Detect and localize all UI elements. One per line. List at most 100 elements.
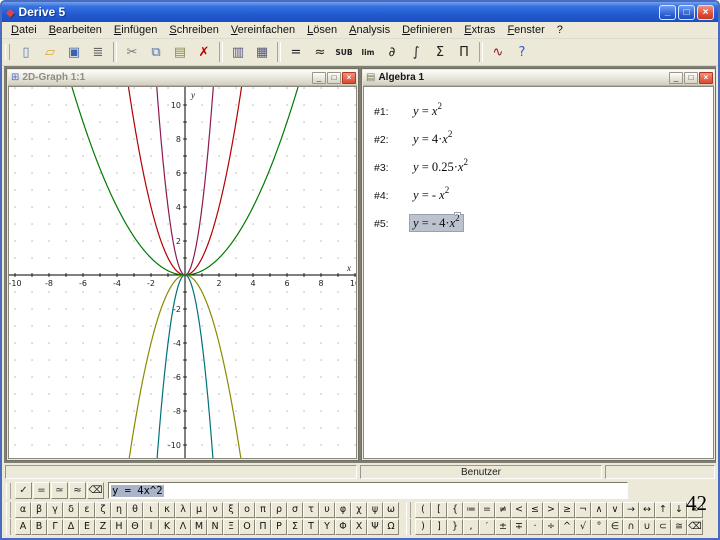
greek-lower-6[interactable]: η	[111, 501, 127, 518]
help-button[interactable]: ?	[510, 41, 534, 64]
math-symbol-r2-2[interactable]: }	[447, 518, 463, 535]
math-symbol-r2-14[interactable]: ∪	[639, 518, 655, 535]
graph-plot-area[interactable]: -10 -10 -8 -8 -6 -6 -4 -4 -2 -2 2 2 4 4 6 6 8 8 10 10 x y	[8, 86, 357, 459]
entry-grip[interactable]	[6, 482, 11, 499]
algebra-row-5[interactable]: #5: y = - 4·x2	[364, 213, 713, 232]
greek-upper-7[interactable]: Θ	[127, 518, 143, 535]
greek-lower-17[interactable]: σ	[287, 501, 303, 518]
toolbar-grip[interactable]	[5, 44, 10, 60]
approximate-button[interactable]: ≈	[308, 41, 332, 64]
greek-upper-4[interactable]: Ε	[79, 518, 95, 535]
expression-2[interactable]: y = 4·x2	[410, 129, 455, 147]
maximize-button[interactable]: □	[678, 4, 695, 20]
math-symbol-r2-1[interactable]: ]	[431, 518, 447, 535]
math-symbol-r2-10[interactable]: √	[575, 518, 591, 535]
greek-upper-19[interactable]: Υ	[319, 518, 335, 535]
math-symbol-r2-12[interactable]: ∈	[607, 518, 623, 535]
greek-lower-0[interactable]: α	[15, 501, 31, 518]
algebra-window-title-bar[interactable]: ▤ Algebra 1 _ □ ×	[363, 70, 714, 86]
algebra-row-2[interactable]: #2: y = 4·x2	[364, 129, 713, 147]
greek-lower-19[interactable]: υ	[319, 501, 335, 518]
math-symbol-r1-2[interactable]: {	[447, 501, 463, 518]
menu-item-definieren[interactable]: Definieren	[396, 23, 458, 37]
simplify-button[interactable]: =	[33, 482, 50, 499]
greek-lower-1[interactable]: β	[31, 501, 47, 518]
math-symbol-r1-10[interactable]: ¬	[575, 501, 591, 518]
greek-upper-13[interactable]: Ξ	[223, 518, 239, 535]
math-symbol-r2-17[interactable]: ⌫	[687, 518, 703, 535]
menu-item-schreiben[interactable]: Schreiben	[163, 23, 225, 37]
math-symbol-r2-16[interactable]: ≅	[671, 518, 687, 535]
greek-lower-10[interactable]: λ	[175, 501, 191, 518]
limit-button[interactable]: lim	[356, 41, 380, 64]
greek-upper-22[interactable]: Ψ	[367, 518, 383, 535]
greek-lower-12[interactable]: ν	[207, 501, 223, 518]
greek-upper-5[interactable]: Ζ	[95, 518, 111, 535]
greek-upper-21[interactable]: Χ	[351, 518, 367, 535]
greek-upper-3[interactable]: Δ	[63, 518, 79, 535]
algebra-maximize-button[interactable]: □	[684, 71, 698, 84]
math-symbol-r1-15[interactable]: ↑	[655, 501, 671, 518]
graph-minimize-button[interactable]: _	[312, 71, 326, 84]
menu-item-analysis[interactable]: Analysis	[343, 23, 396, 37]
backspace-button[interactable]: ⌫	[87, 482, 104, 499]
approximate-button[interactable]: ≈	[69, 482, 86, 499]
math-symbol-r2-15[interactable]: ⊂	[655, 518, 671, 535]
math-symbol-r1-6[interactable]: <	[511, 501, 527, 518]
greek-lower-18[interactable]: τ	[303, 501, 319, 518]
math-symbol-r2-9[interactable]: ^	[559, 518, 575, 535]
greek-lower-2[interactable]: γ	[47, 501, 63, 518]
math-symbol-r2-13[interactable]: ∩	[623, 518, 639, 535]
save-button[interactable]: ▣	[62, 41, 86, 64]
integrate-button[interactable]: ∫	[404, 41, 428, 64]
greek-upper-16[interactable]: Ρ	[271, 518, 287, 535]
plot-2d-button[interactable]: ∿	[486, 41, 510, 64]
math-symbols-grip-1[interactable]	[406, 501, 411, 518]
expression-3[interactable]: y = 0.25·x2	[410, 157, 471, 175]
confirm-button[interactable]: ✓	[15, 482, 32, 499]
math-symbol-r1-14[interactable]: ↔	[639, 501, 655, 518]
math-symbol-r1-13[interactable]: →	[623, 501, 639, 518]
greek-upper-23[interactable]: Ω	[383, 518, 399, 535]
greek-lower-15[interactable]: π	[255, 501, 271, 518]
author-matrix-button[interactable]: ▦	[250, 41, 274, 64]
expression-5[interactable]: y = - 4·x2	[409, 213, 464, 232]
greek-lower-23[interactable]: ω	[383, 501, 399, 518]
math-symbol-r1-9[interactable]: ≥	[559, 501, 575, 518]
menu-item-extras[interactable]: Extras	[458, 23, 501, 37]
graph-close-button[interactable]: ×	[342, 71, 356, 84]
menu-item-bearbeiten[interactable]: Bearbeiten	[43, 23, 108, 37]
greek-upper-14[interactable]: Ο	[239, 518, 255, 535]
math-symbol-r2-5[interactable]: ±	[495, 518, 511, 535]
greek-lower-20[interactable]: φ	[335, 501, 351, 518]
math-symbol-r1-11[interactable]: ∧	[591, 501, 607, 518]
greek-lower-22[interactable]: ψ	[367, 501, 383, 518]
menu-item-fenster[interactable]: Fenster	[501, 23, 550, 37]
math-symbol-r2-4[interactable]: ′	[479, 518, 495, 535]
math-symbol-r1-5[interactable]: ≠	[495, 501, 511, 518]
math-symbol-r1-3[interactable]: ≔	[463, 501, 479, 518]
greek-lower-7[interactable]: θ	[127, 501, 143, 518]
algebra-close-button[interactable]: ×	[699, 71, 713, 84]
differentiate-button[interactable]: ∂	[380, 41, 404, 64]
menu-item-lsen[interactable]: Lösen	[301, 23, 343, 37]
close-button[interactable]: ×	[697, 4, 714, 20]
greek-upper-6[interactable]: Η	[111, 518, 127, 535]
menu-item-help[interactable]: ?	[551, 23, 569, 37]
greek-lower-5[interactable]: ζ	[95, 501, 111, 518]
greek-upper-11[interactable]: Μ	[191, 518, 207, 535]
math-symbol-r1-4[interactable]: =	[479, 501, 495, 518]
algebra-row-4[interactable]: #4: y = - x2	[364, 185, 713, 203]
math-symbol-r2-0[interactable]: )	[415, 518, 431, 535]
greek-lower-13[interactable]: ξ	[223, 501, 239, 518]
substitute-button[interactable]: SUB	[332, 41, 356, 64]
greek-lower-3[interactable]: δ	[63, 501, 79, 518]
greek-lower-9[interactable]: κ	[159, 501, 175, 518]
greek-upper-18[interactable]: Τ	[303, 518, 319, 535]
math-symbol-r2-6[interactable]: ∓	[511, 518, 527, 535]
greek-lower-16[interactable]: ρ	[271, 501, 287, 518]
minimize-button[interactable]: _	[659, 4, 676, 20]
greek-lower-8[interactable]: ι	[143, 501, 159, 518]
paste-button[interactable]: ▤	[168, 41, 192, 64]
math-symbol-r2-11[interactable]: °	[591, 518, 607, 535]
